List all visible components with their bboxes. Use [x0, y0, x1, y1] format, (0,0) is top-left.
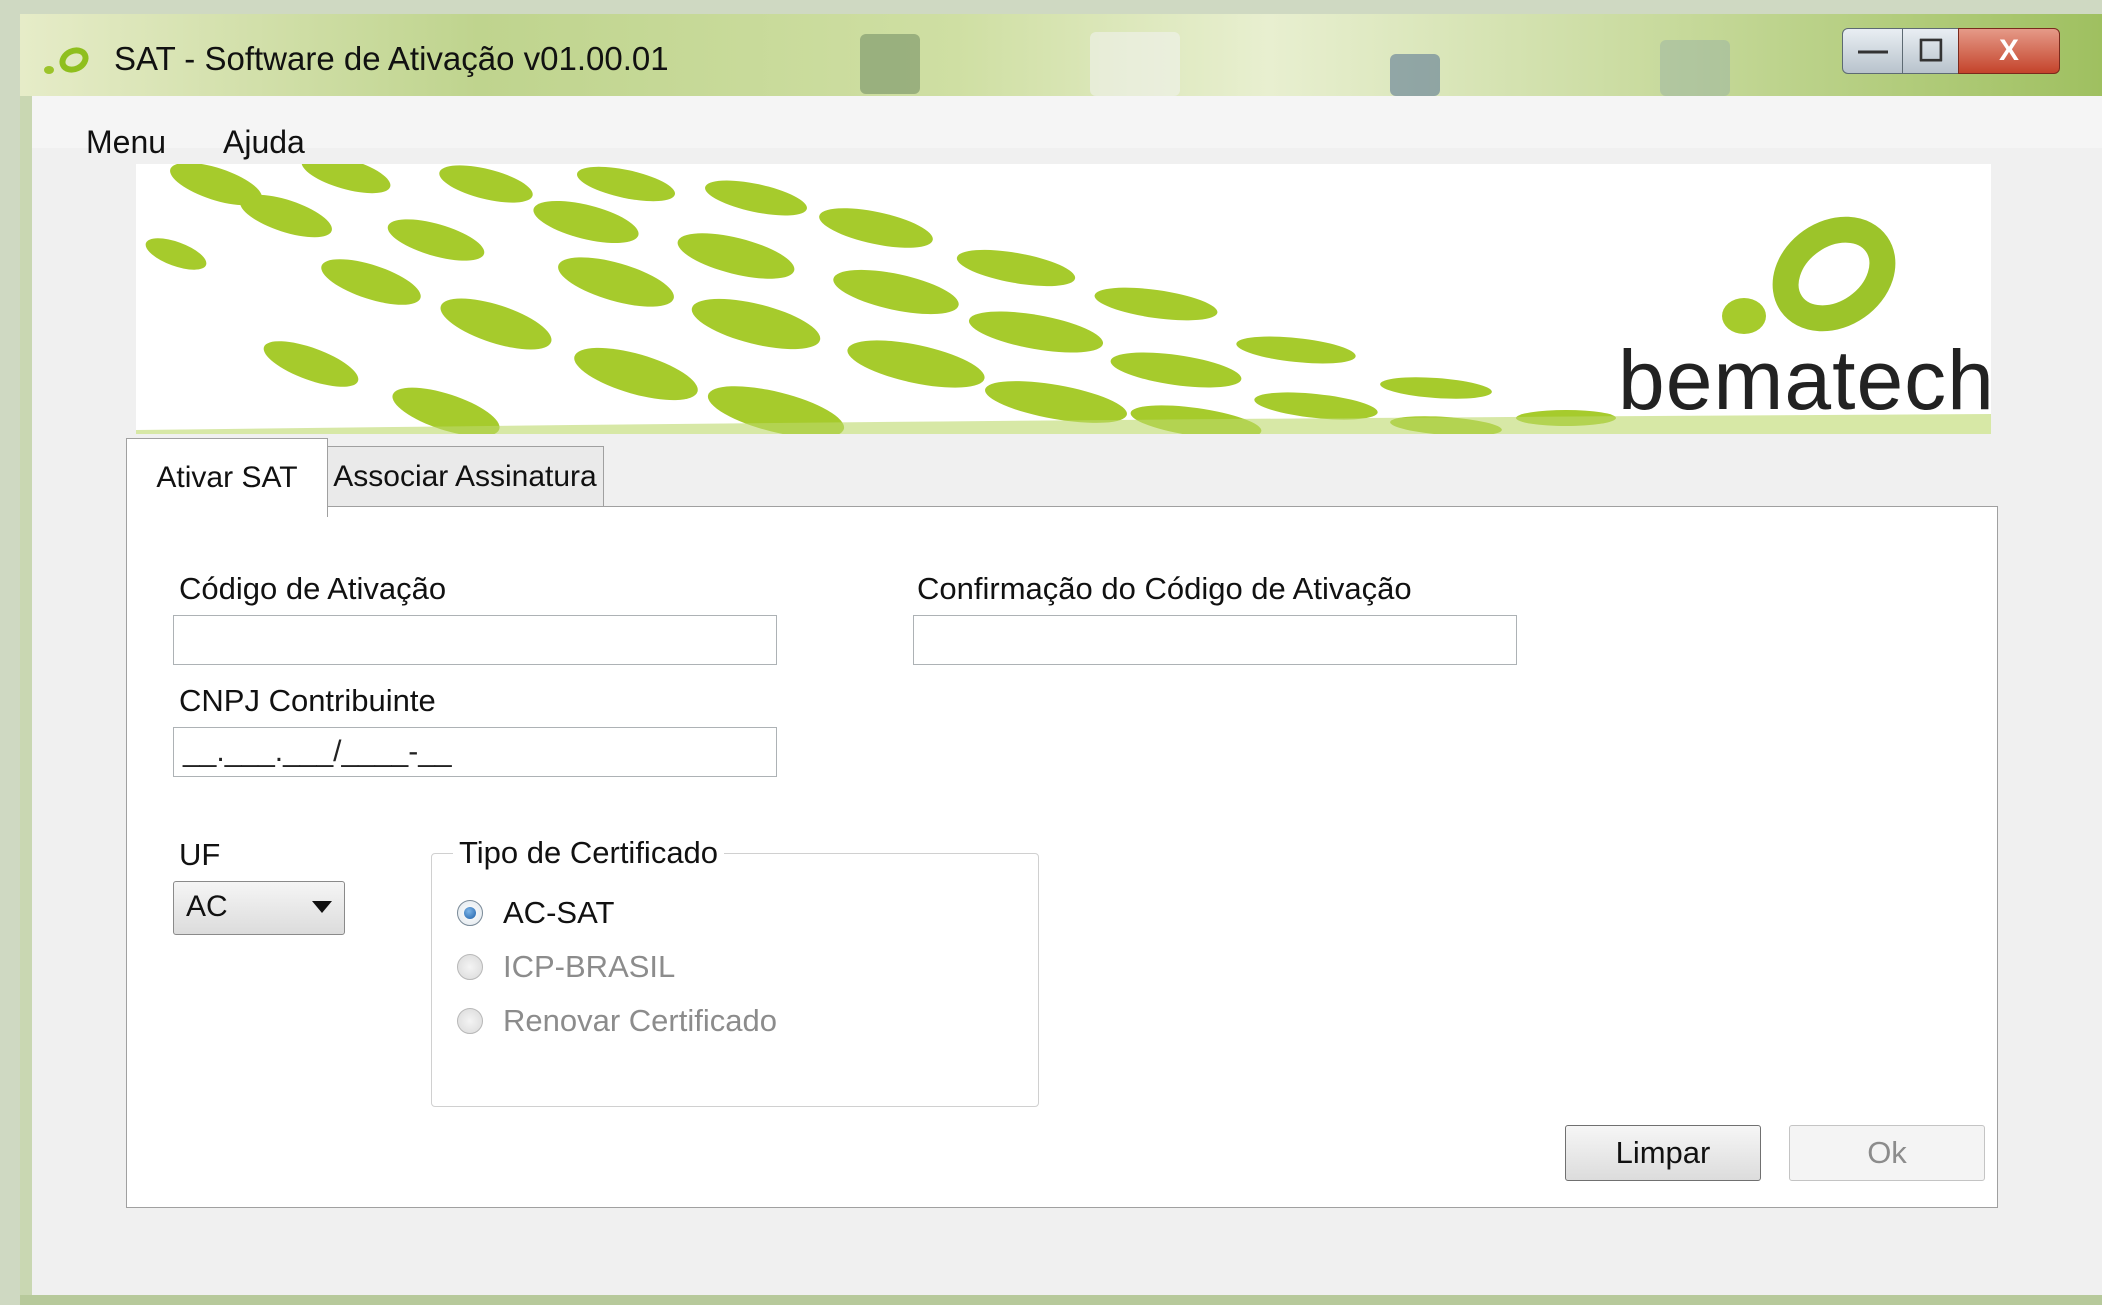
radio-button-icon [457, 1008, 483, 1034]
brand-wordmark: bematech [1618, 333, 1991, 427]
radio-button-icon [457, 954, 483, 980]
ok-button[interactable]: Ok [1789, 1125, 1985, 1181]
menu-item-ajuda[interactable]: Ajuda [223, 124, 305, 161]
tab-associar-assinatura[interactable]: Associar Assinatura [326, 446, 604, 507]
background-shape [1090, 32, 1180, 96]
confirmacao-codigo-input[interactable] [913, 615, 1517, 665]
minimize-icon: — [1858, 34, 1888, 67]
background-shape [1660, 40, 1730, 96]
radio-label: Renovar Certificado [503, 1003, 777, 1038]
uf-select[interactable]: AC [173, 881, 345, 935]
menu-bar: Menu Ajuda [20, 96, 2102, 160]
radio-label: AC-SAT [503, 895, 615, 930]
minimize-button[interactable]: — [1842, 28, 1904, 74]
confirmacao-codigo-label: Confirmação do Código de Ativação [917, 571, 1412, 606]
radio-label: ICP-BRASIL [503, 949, 676, 984]
limpar-button[interactable]: Limpar [1565, 1125, 1761, 1181]
window-border [20, 96, 32, 1296]
chevron-down-icon [312, 901, 332, 913]
uf-label: UF [179, 837, 221, 872]
codigo-ativacao-input[interactable] [173, 615, 777, 665]
tab-panel-ativar-sat: Código de Ativação Confirmação do Código… [126, 506, 1998, 1208]
maximize-button[interactable]: ☐ [1902, 28, 1960, 74]
background-shape [1390, 54, 1440, 96]
cnpj-contribuinte-label: CNPJ Contribuinte [179, 683, 436, 718]
radio-icp-brasil[interactable]: ICP-BRASIL [457, 949, 675, 985]
codigo-ativacao-label: Código de Ativação [179, 571, 447, 606]
app-window: SAT - Software de Ativação v01.00.01 — ☐… [20, 14, 2102, 1305]
close-button[interactable]: X [1958, 28, 2060, 74]
close-icon: X [1998, 34, 2019, 67]
radio-renovar-certificado[interactable]: Renovar Certificado [457, 1003, 777, 1039]
window-border [20, 1295, 2102, 1305]
uf-selected-value: AC [186, 890, 228, 923]
brand-banner: bematech [136, 164, 1991, 434]
radio-button-icon [457, 900, 483, 926]
bematech-logo-icon [44, 47, 89, 74]
radio-ac-sat[interactable]: AC-SAT [457, 895, 614, 931]
menu-item-menu[interactable]: Menu [86, 124, 166, 161]
title-bar[interactable]: SAT - Software de Ativação v01.00.01 — ☐… [20, 14, 2102, 96]
maximize-icon: ☐ [1917, 34, 1945, 68]
cnpj-mask-text: __.___.___/____-__ [183, 735, 452, 768]
window-title: SAT - Software de Ativação v01.00.01 [114, 40, 669, 77]
tipo-certificado-legend: Tipo de Certificado [453, 835, 725, 871]
tab-ativar-sat[interactable]: Ativar SAT [126, 438, 328, 517]
background-shape [860, 34, 920, 94]
